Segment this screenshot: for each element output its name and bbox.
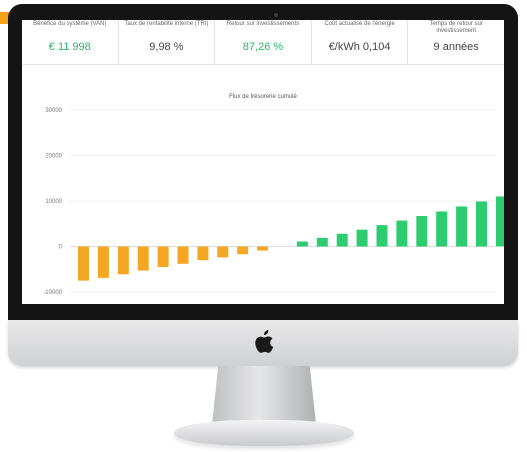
cash-flow-bar[interactable] — [456, 206, 468, 247]
cash-flow-bar[interactable] — [436, 211, 448, 247]
cash-flow-bar[interactable] — [117, 246, 129, 275]
y-tick-label: 30000 — [45, 108, 62, 114]
cash-flow-bar[interactable] — [217, 246, 229, 258]
y-tick-label: 20000 — [45, 154, 62, 160]
cash-flow-bar[interactable] — [296, 241, 308, 247]
y-tick-label: 0 — [59, 245, 63, 251]
cash-flow-bar[interactable] — [376, 225, 388, 247]
cash-flow-bar[interactable] — [157, 246, 169, 267]
monitor-screen: Bénéfice du système (VAN) € 11 998 Taux … — [22, 20, 504, 304]
cash-flow-bar[interactable] — [97, 246, 109, 278]
monitor-base — [174, 420, 354, 446]
y-tick-label: -10000 — [43, 290, 62, 296]
apple-logo-icon — [255, 330, 274, 353]
cash-flow-bar[interactable] — [356, 229, 368, 247]
cash-flow-chart: 30000 20000 10000 0 -10000 — [43, 108, 504, 296]
cash-flow-bar[interactable] — [78, 246, 89, 281]
cash-flow-bar[interactable] — [177, 246, 189, 264]
cash-flow-bar[interactable] — [396, 220, 408, 247]
monitor-stand — [212, 366, 316, 424]
cash-flow-bar[interactable] — [257, 246, 269, 251]
cash-flow-bar[interactable] — [197, 246, 209, 261]
cash-flow-bar[interactable] — [476, 201, 487, 247]
y-tick-label: 10000 — [45, 199, 62, 205]
cash-flow-bar[interactable] — [495, 196, 504, 247]
cash-flow-bar[interactable] — [237, 246, 249, 255]
cash-flow-bar[interactable] — [316, 237, 328, 247]
cash-flow-bar[interactable] — [416, 216, 428, 247]
camera-dot — [274, 13, 278, 17]
cash-flow-bar[interactable] — [137, 246, 149, 271]
cash-flow-bar[interactable] — [336, 233, 348, 247]
